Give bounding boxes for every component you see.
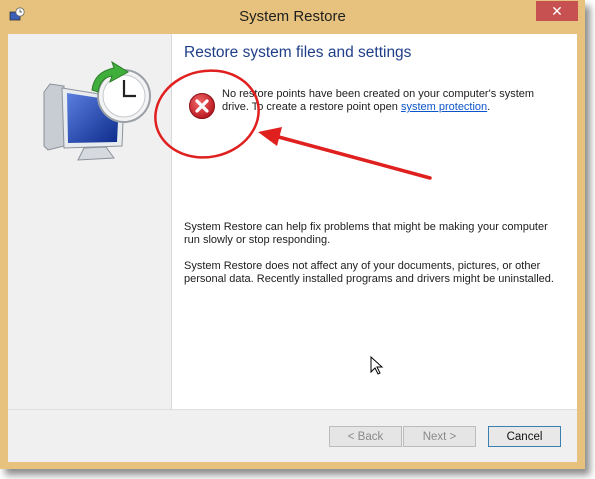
- illustration-panel: [8, 34, 172, 409]
- window-title: System Restore: [239, 8, 346, 25]
- error-icon: [189, 93, 215, 119]
- system-restore-window: System Restore ✕ Restore system files an…: [0, 0, 585, 469]
- error-message-line1: No restore points have been created on y…: [222, 88, 535, 100]
- info-paragraph-2: System Restore does not affect any of yo…: [184, 260, 554, 285]
- cancel-button[interactable]: Cancel: [488, 426, 561, 447]
- mouse-cursor-icon: [370, 356, 384, 375]
- computer-clock-icon: [43, 60, 151, 161]
- page-heading: Restore system files and settings: [184, 44, 412, 61]
- error-message-end: .: [487, 101, 491, 113]
- info-paragraph-1: System Restore can help fix problems tha…: [184, 221, 548, 246]
- back-button[interactable]: < Back: [329, 426, 402, 447]
- next-button[interactable]: Next >: [403, 426, 476, 447]
- title-bar[interactable]: System Restore ✕: [0, 0, 585, 34]
- error-message: No restore points have been created on y…: [222, 88, 572, 114]
- content-panel: Restore system files and settings No res…: [172, 34, 577, 409]
- close-button[interactable]: ✕: [536, 1, 578, 21]
- dialog-body: Restore system files and settings No res…: [8, 34, 577, 462]
- error-message-line2: drive. To create a restore point open: [222, 101, 401, 113]
- system-protection-link[interactable]: system protection: [401, 101, 487, 113]
- button-bar: < Back Next > Cancel: [8, 409, 577, 462]
